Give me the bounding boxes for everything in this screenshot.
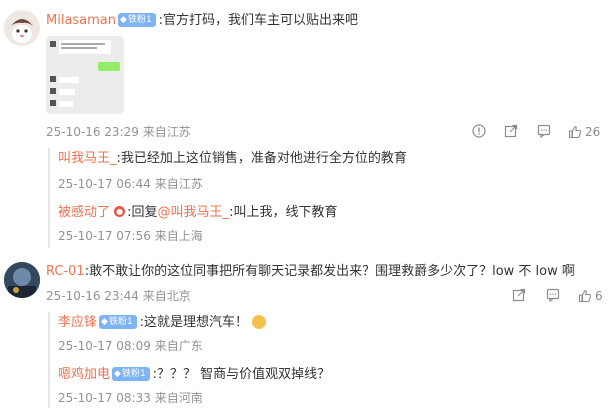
- location: 来自河南: [154, 391, 203, 405]
- share-button[interactable]: [512, 288, 526, 302]
- username[interactable]: RC-01: [46, 264, 85, 279]
- timestamp: 25-10-17 06:44: [58, 177, 151, 191]
- reply-meta: 25-10-17 08:33 来自河南: [58, 390, 203, 406]
- reply-text: :叫上我，线下教育: [229, 205, 338, 220]
- share-button[interactable]: [504, 124, 518, 138]
- share-icon: [504, 124, 518, 138]
- fan-badge[interactable]: ◆铁粉1: [118, 12, 156, 27]
- timestamp: 25-10-17 08:33: [58, 391, 151, 405]
- comment-actions: 6: [0, 288, 608, 304]
- comment-item: Milasaman ◆铁粉1:官方打码，我们车主可以贴出来吧 25-10-16 2…: [0, 0, 608, 250]
- report-button[interactable]: [472, 124, 486, 138]
- comment-text: :官方打码，我们车主可以贴出来吧: [158, 13, 359, 28]
- like-button[interactable]: 6: [578, 288, 603, 304]
- fan-badge[interactable]: ◆铁粉1: [112, 366, 150, 381]
- like-count: 26: [585, 125, 601, 139]
- reply-list: 李应锋 ◆铁粉1:这就是理想汽车！ 25-10-17 08:09 来自广东 嗯鸡加…: [48, 312, 608, 408]
- comment-body: Milasaman ◆铁粉1:官方打码，我们车主可以贴出来吧: [46, 12, 358, 30]
- thumbs-up-icon: [578, 289, 592, 303]
- thumbs-up-emoji-icon: [252, 314, 267, 329]
- comment-text: :敢不敢让你的这位同事把所有聊天记录都发出来？围理救爵多少次了？low 不 lo…: [84, 264, 575, 279]
- report-icon: [472, 124, 486, 138]
- username[interactable]: 被感动了: [58, 205, 110, 220]
- reply-body: 嗯鸡加电 ◆铁粉1:？？？ 智商与价值观双掉线？: [58, 366, 330, 384]
- comment-image-thumbnail[interactable]: [46, 36, 124, 114]
- timestamp: 25-10-17 08:09: [58, 339, 151, 353]
- comment-actions: 26: [0, 124, 608, 140]
- timestamp: 25-10-17 07:56: [58, 229, 151, 243]
- reply-prefix: :回复: [127, 205, 158, 220]
- reply-list: 叫我马王_:我已经加上这位销售，准备对他进行全方位的教育 25-10-17 06…: [48, 148, 608, 248]
- username[interactable]: 叫我马王_: [58, 151, 117, 166]
- reply-body: 叫我马王_:我已经加上这位销售，准备对他进行全方位的教育: [58, 150, 407, 168]
- badge-icon: ◆: [114, 368, 121, 379]
- avatar[interactable]: [4, 10, 40, 46]
- location: 来自上海: [154, 229, 203, 243]
- badge-icon: ◆: [101, 316, 108, 327]
- reply-meta: 25-10-17 07:56 来自上海: [58, 228, 203, 244]
- thumbs-up-icon: [568, 125, 582, 139]
- comment-button[interactable]: [537, 124, 551, 138]
- like-count: 6: [595, 289, 603, 303]
- reply-text: :这就是理想汽车！: [139, 315, 249, 330]
- avatar-cartoon-icon: [4, 10, 40, 46]
- reply-body: 李应锋 ◆铁粉1:这就是理想汽车！: [58, 314, 267, 332]
- location: 来自广东: [154, 339, 203, 353]
- chat-screenshot-image: [46, 36, 124, 114]
- username[interactable]: Milasaman: [46, 13, 116, 28]
- reply-body: 被感动了 ●:回复@叫我马王_:叫上我，线下教育: [58, 204, 337, 222]
- location: 来自江苏: [154, 177, 203, 191]
- reply-meta: 25-10-17 06:44 来自江苏: [58, 176, 203, 192]
- share-icon: [512, 288, 526, 302]
- comment-button[interactable]: [546, 288, 560, 302]
- reply-text: :？？？ 智商与价值观双掉线？: [152, 367, 331, 382]
- comment-icon: [546, 288, 560, 302]
- comment-icon: [537, 124, 551, 138]
- username[interactable]: 李应锋: [58, 315, 97, 330]
- weibo-red-icon: ●: [114, 206, 126, 217]
- reply-meta: 25-10-17 08:09 来自广东: [58, 338, 203, 354]
- username[interactable]: 嗯鸡加电: [58, 367, 110, 382]
- reply-text: :我已经加上这位销售，准备对他进行全方位的教育: [116, 151, 407, 166]
- comment-item: RC-01:敢不敢让你的这位同事把所有聊天记录都发出来？围理救爵多少次了？low…: [0, 256, 608, 410]
- comment-body: RC-01:敢不敢让你的这位同事把所有聊天记录都发出来？围理救爵多少次了？low…: [46, 263, 575, 281]
- mention-link[interactable]: @叫我马王_: [158, 205, 230, 220]
- fan-badge[interactable]: ◆铁粉1: [99, 314, 137, 329]
- like-button[interactable]: 26: [568, 124, 600, 140]
- badge-icon: ◆: [120, 14, 127, 25]
